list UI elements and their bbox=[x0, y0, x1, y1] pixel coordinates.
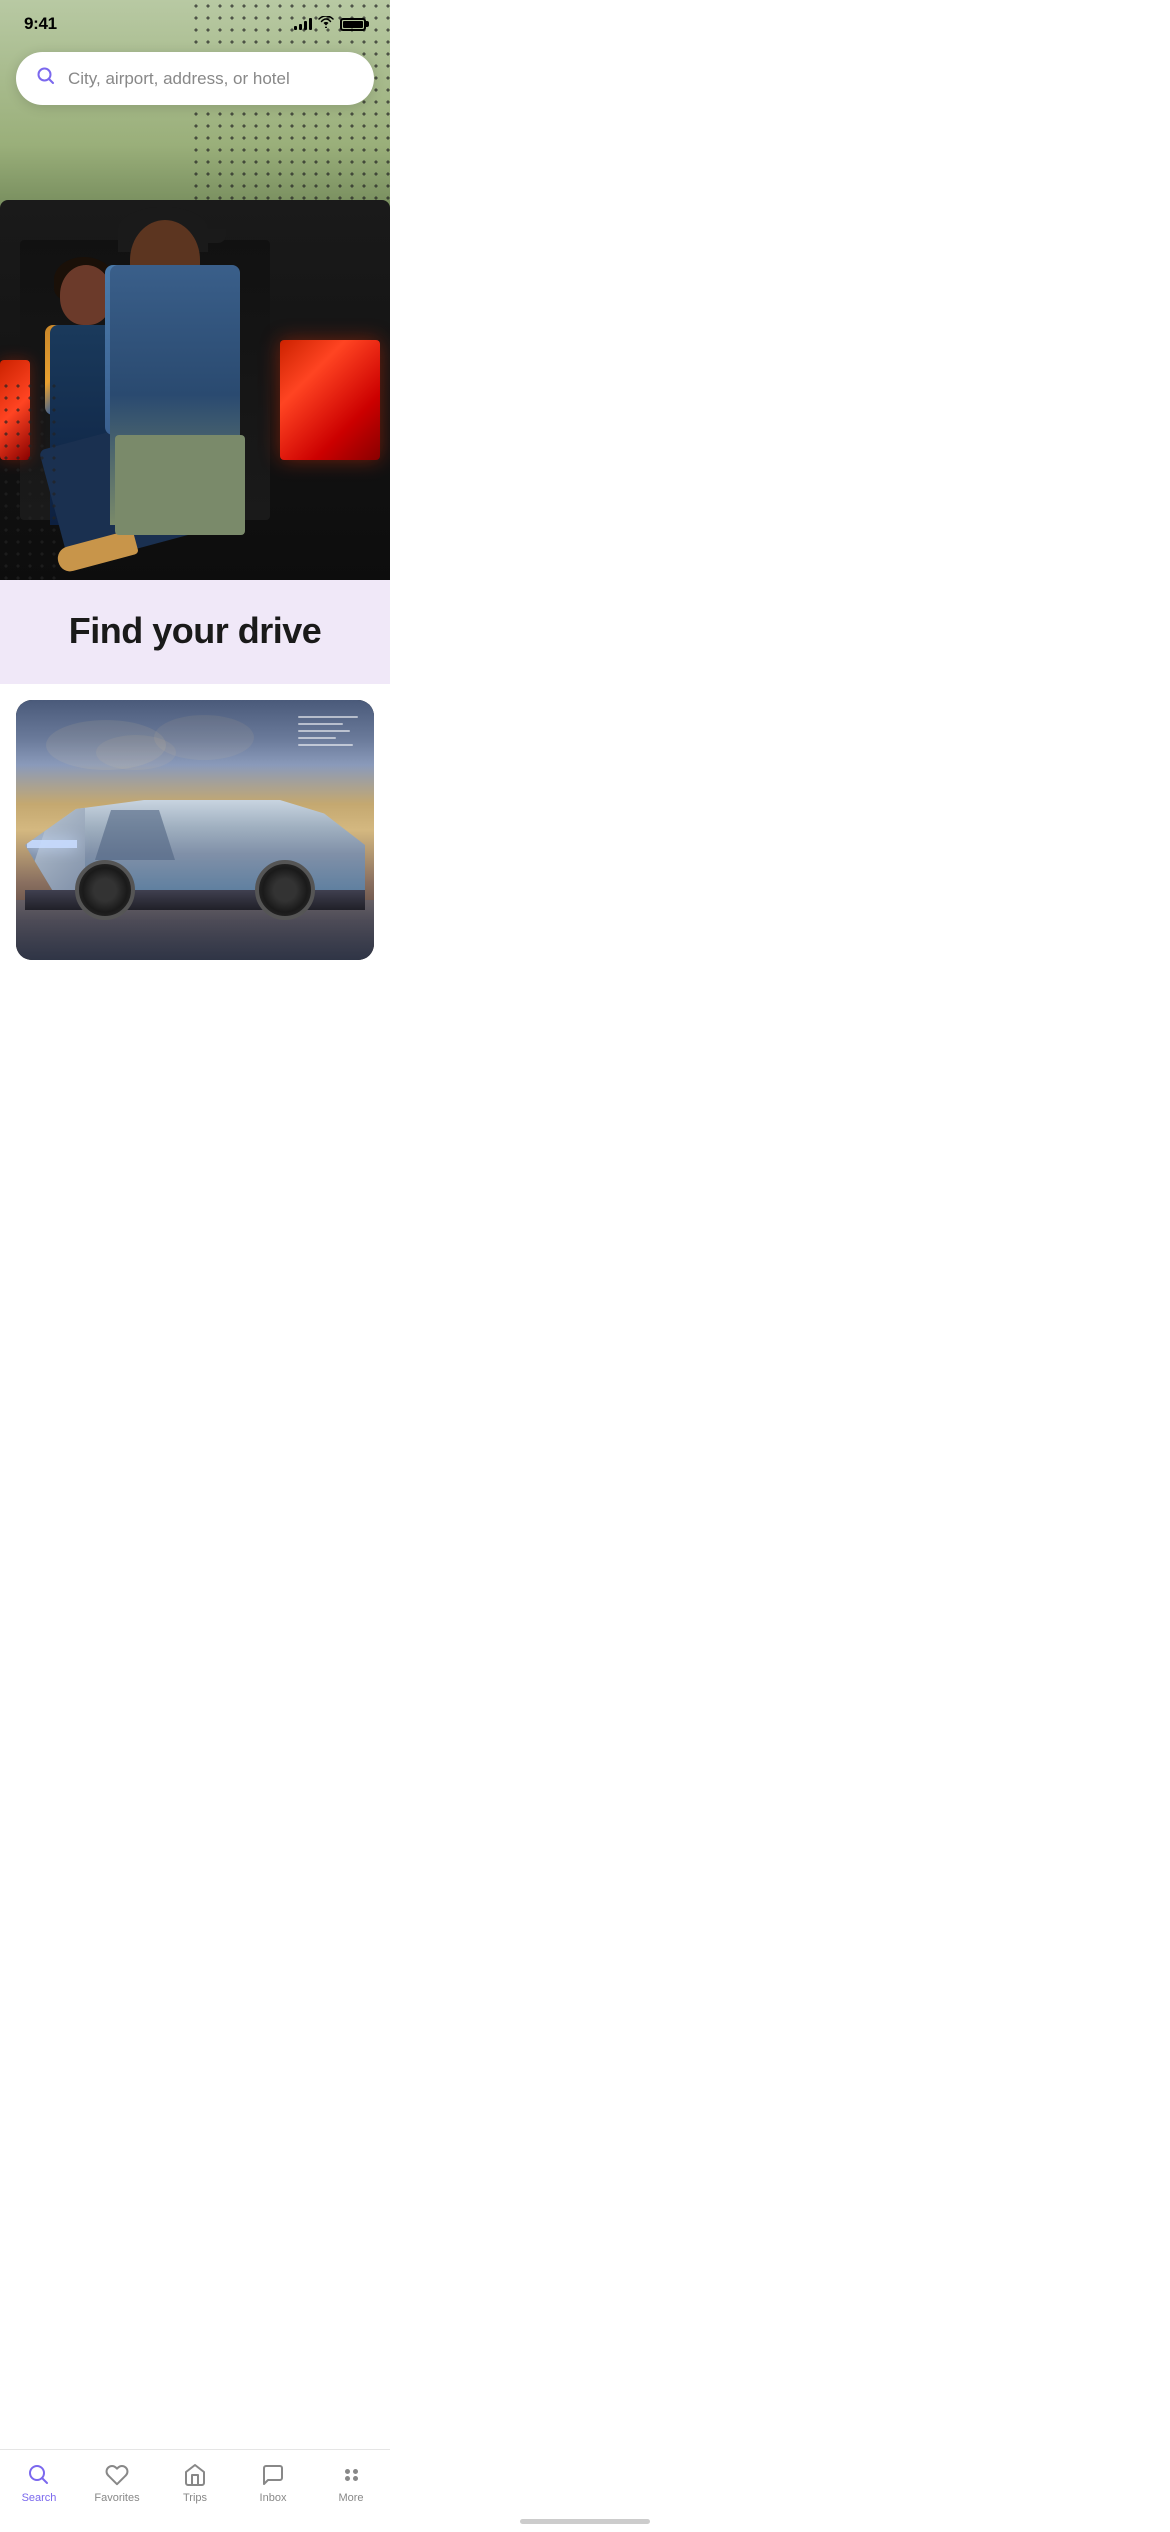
search-bar-container[interactable]: City, airport, address, or hotel bbox=[16, 52, 374, 105]
hero-banner: Find your drive bbox=[0, 578, 390, 684]
truck-wheel-right bbox=[255, 860, 315, 920]
nav-item-inbox[interactable]: Inbox bbox=[234, 2462, 312, 2504]
status-time: 9:41 bbox=[24, 14, 57, 34]
nav-item-more[interactable]: More bbox=[312, 2462, 390, 2504]
bottom-nav: Search Favorites Trips Inbox bbox=[0, 2449, 390, 2532]
search-bar[interactable]: City, airport, address, or hotel bbox=[16, 52, 374, 105]
tail-light-right bbox=[280, 340, 380, 460]
speed-lines bbox=[298, 716, 358, 746]
search-nav-icon bbox=[26, 2462, 52, 2488]
speed-line-3 bbox=[298, 730, 350, 732]
cybertruck-scene bbox=[16, 700, 374, 960]
speed-line-1 bbox=[298, 716, 358, 718]
people-container bbox=[30, 225, 260, 525]
dots-overlay-left bbox=[0, 380, 60, 580]
cybertruck-body bbox=[25, 800, 365, 910]
nav-item-trips[interactable]: Trips bbox=[156, 2462, 234, 2504]
more-nav-icon bbox=[338, 2462, 364, 2488]
search-input[interactable]: City, airport, address, or hotel bbox=[68, 69, 290, 89]
signal-icon bbox=[294, 18, 312, 30]
nav-item-search[interactable]: Search bbox=[0, 2462, 78, 2504]
truck-main bbox=[25, 800, 365, 890]
more-nav-label: More bbox=[338, 2492, 363, 2504]
man-pants bbox=[115, 435, 245, 535]
speed-line-4 bbox=[298, 737, 336, 739]
person-man bbox=[100, 225, 260, 525]
favorites-nav-label: Favorites bbox=[94, 2492, 139, 2504]
hero-title: Find your drive bbox=[24, 610, 366, 652]
status-icons bbox=[294, 15, 366, 33]
wifi-icon bbox=[318, 15, 334, 33]
man-body bbox=[110, 265, 240, 525]
inbox-nav-label: Inbox bbox=[260, 2492, 287, 2504]
speed-line-5 bbox=[298, 744, 353, 746]
truck-windshield bbox=[95, 810, 175, 860]
nav-item-favorites[interactable]: Favorites bbox=[78, 2462, 156, 2504]
favorites-nav-icon bbox=[104, 2462, 130, 2488]
cloud-3 bbox=[154, 715, 254, 760]
trips-nav-label: Trips bbox=[183, 2492, 207, 2504]
speed-line-2 bbox=[298, 723, 343, 725]
home-indicator bbox=[520, 2519, 650, 2524]
car-card-section bbox=[0, 684, 390, 960]
more-dots bbox=[345, 2469, 358, 2481]
trips-nav-icon bbox=[182, 2462, 208, 2488]
inbox-nav-icon bbox=[260, 2462, 286, 2488]
truck-headlight bbox=[27, 840, 77, 848]
search-nav-label: Search bbox=[22, 2492, 57, 2504]
search-icon bbox=[36, 66, 56, 91]
status-bar: 9:41 bbox=[0, 0, 390, 42]
cybertruck-card[interactable] bbox=[16, 700, 374, 960]
truck-wheel-left bbox=[75, 860, 135, 920]
battery-icon bbox=[340, 18, 366, 31]
